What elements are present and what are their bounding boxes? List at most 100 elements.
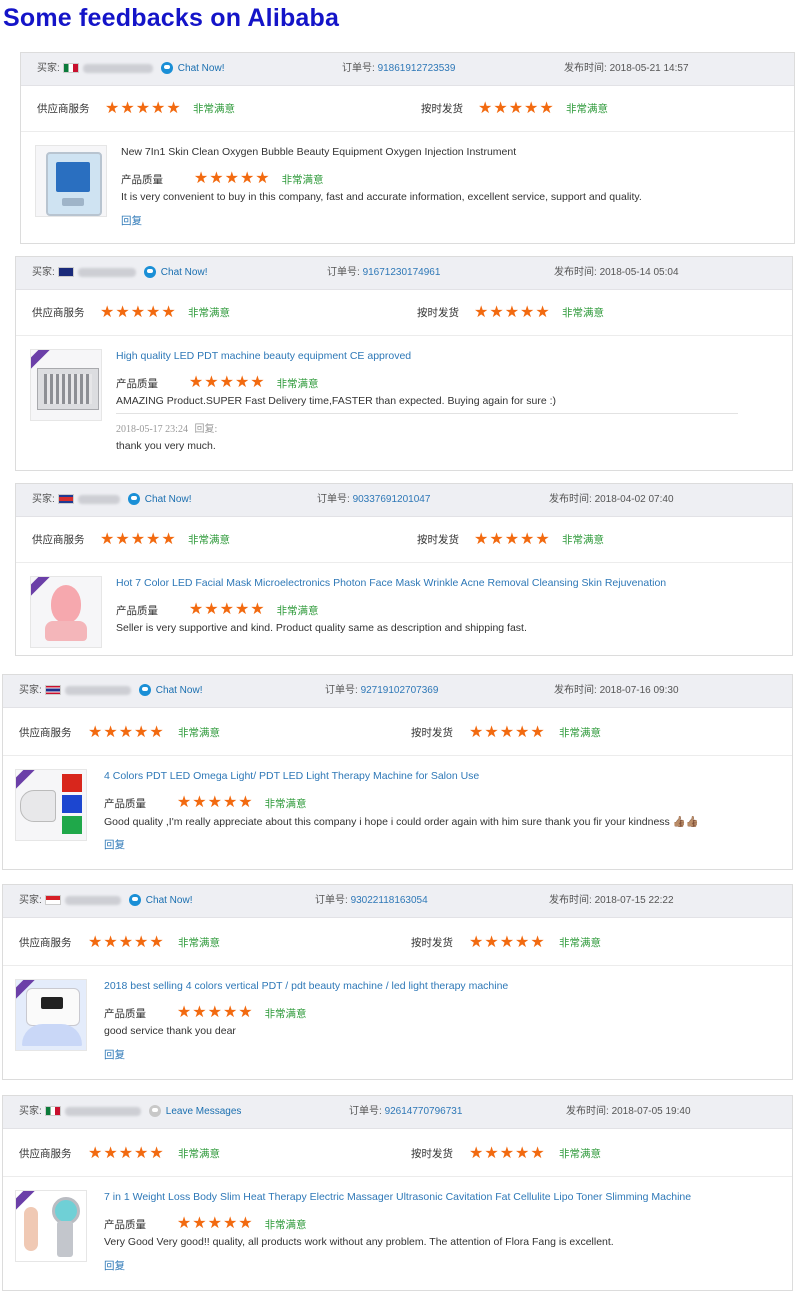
published-label: 发布时间: xyxy=(564,63,607,74)
buyer-label: 买家: xyxy=(32,494,55,505)
product-title[interactable]: New 7In1 Skin Clean Oxygen Bubble Beauty… xyxy=(121,146,516,158)
shipping-rating: 非常满意 xyxy=(562,534,604,546)
order-number[interactable]: 92719102707369 xyxy=(361,685,439,696)
supplier-service-rating: 非常满意 xyxy=(188,307,230,319)
chat-icon[interactable] xyxy=(127,493,140,506)
supplier-service-stars: ★★★★★ xyxy=(105,100,182,117)
product-quality-stars: ★★★★★ xyxy=(188,601,266,618)
supplier-service-label: 供应商服务 xyxy=(32,307,85,319)
divider xyxy=(116,413,738,414)
shipping-stars: ★★★★★ xyxy=(469,724,546,741)
on-time-shipping-label: 按时发货 xyxy=(411,937,453,949)
supplier-service-stars: ★★★★★ xyxy=(100,531,177,548)
reply-link[interactable]: 回复 xyxy=(104,837,125,852)
seller-reply-text: thank you very much. xyxy=(116,440,216,452)
product-thumbnail[interactable] xyxy=(30,576,102,648)
led-pdt-machine-icon xyxy=(37,368,99,410)
shipping-rating: 非常满意 xyxy=(566,103,608,115)
review-date: 2018-07-05 19:40 xyxy=(611,1106,691,1117)
supplier-service-label: 供应商服务 xyxy=(32,534,85,546)
review-card: 买家: Chat Now! 订单号: 92719102707369 发布时间: 2… xyxy=(2,674,793,870)
badge-ribbon xyxy=(16,770,36,791)
published-label: 发布时间: xyxy=(549,895,592,906)
review-header: 买家: Chat Now! 订单号: 90337691201047 发布时间: 2… xyxy=(16,484,792,517)
buyer-name-blurred xyxy=(64,895,121,905)
reply-link[interactable]: 回复 xyxy=(104,1047,125,1062)
product-quality-row: 产品质量 ★★★★★ 非常满意 xyxy=(104,792,307,812)
on-time-shipping-label: 按时发货 xyxy=(417,534,459,546)
product-quality-label: 产品质量 xyxy=(116,378,158,390)
product-quality-label: 产品质量 xyxy=(104,798,146,810)
supplier-service-rating: 非常满意 xyxy=(178,727,220,739)
review-date: 2018-07-15 22:22 xyxy=(594,895,674,906)
reply-link[interactable]: 回复 xyxy=(104,1258,125,1273)
rating-row: 供应商服务 ★★★★★ 非常满意 按时发货 ★★★★★ 非常满意 xyxy=(3,711,792,756)
review-date: 2018-05-21 14:57 xyxy=(609,63,689,74)
omega-light-icon xyxy=(20,790,56,822)
chat-icon[interactable] xyxy=(138,684,151,697)
chat-now-link[interactable]: Chat Now! xyxy=(146,895,193,906)
badge-ribbon xyxy=(31,577,51,598)
supplier-service-label: 供应商服务 xyxy=(19,937,72,949)
review-date: 2018-07-16 09:30 xyxy=(599,685,679,696)
review-card: 买家: Chat Now! 订单号: 91671230174961 发布时间: 2… xyxy=(15,256,793,471)
supplier-service-label: 供应商服务 xyxy=(19,1148,72,1160)
vertical-pdt-icon xyxy=(26,988,80,1026)
order-number-label: 订单号: xyxy=(325,685,358,696)
reply-link[interactable]: 回复 xyxy=(121,213,142,228)
order-number-label: 订单号: xyxy=(342,63,375,74)
buyer-name-blurred xyxy=(82,63,153,73)
order-number[interactable]: 93022118163054 xyxy=(351,895,428,906)
shipping-stars: ★★★★★ xyxy=(478,100,555,117)
shipping-stars: ★★★★★ xyxy=(469,934,546,951)
rating-row: 供应商服务 ★★★★★ 非常满意 按时发货 ★★★★★ 非常满意 xyxy=(16,518,792,563)
product-thumbnail[interactable] xyxy=(15,1190,87,1262)
supplier-service-rating: 非常满意 xyxy=(178,1148,220,1160)
thailand-flag-icon xyxy=(44,684,61,695)
product-title[interactable]: 4 Colors PDT LED Omega Light/ PDT LED Li… xyxy=(104,770,479,782)
published-label: 发布时间: xyxy=(549,494,592,505)
indonesia-flag-icon xyxy=(44,894,61,905)
buyer-label: 买家: xyxy=(19,1106,42,1117)
review-header: 买家: Chat Now! 订单号: 91671230174961 发布时间: 2… xyxy=(16,257,792,290)
chat-icon[interactable] xyxy=(143,266,156,279)
product-thumbnail[interactable] xyxy=(35,145,107,217)
chat-icon[interactable] xyxy=(160,62,173,75)
product-quality-stars: ★★★★★ xyxy=(176,1215,254,1232)
product-quality-row: 产品质量 ★★★★★ 非常满意 xyxy=(116,372,319,392)
review-header: 买家: Chat Now! 订单号: 93022118163054 发布时间: 2… xyxy=(3,885,792,918)
product-quality-rating: 非常满意 xyxy=(281,174,324,186)
chat-now-link[interactable]: Chat Now! xyxy=(161,267,208,278)
published-label: 发布时间: xyxy=(554,685,597,696)
order-number[interactable]: 92614770796731 xyxy=(385,1106,463,1117)
product-title[interactable]: Hot 7 Color LED Facial Mask Microelectro… xyxy=(116,577,666,589)
product-title[interactable]: 7 in 1 Weight Loss Body Slim Heat Therap… xyxy=(104,1191,691,1203)
review-comment: It is very convenient to buy in this com… xyxy=(121,191,642,203)
order-number[interactable]: 91861912723539 xyxy=(378,63,456,74)
led-face-mask-icon xyxy=(51,585,81,623)
chat-now-link[interactable]: Chat Now! xyxy=(178,63,225,74)
product-thumbnail[interactable] xyxy=(30,349,102,421)
color-panel-red xyxy=(62,774,82,792)
review-card: 买家: Leave Messages 订单号: 92614770796731 发布… xyxy=(2,1095,793,1291)
buyer-name-blurred xyxy=(77,267,136,277)
product-title[interactable]: High quality LED PDT machine beauty equi… xyxy=(116,350,411,362)
review-comment: Seller is very supportive and kind. Prod… xyxy=(116,622,527,634)
chat-now-link[interactable]: Chat Now! xyxy=(145,494,192,505)
product-thumbnail[interactable] xyxy=(15,979,87,1051)
published-label: 发布时间: xyxy=(566,1106,609,1117)
review-card: 买家: Chat Now! 订单号: 93022118163054 发布时间: 2… xyxy=(2,884,793,1080)
order-number[interactable]: 91671230174961 xyxy=(363,267,441,278)
supplier-service-rating: 非常满意 xyxy=(193,103,235,115)
leave-messages-link[interactable]: Leave Messages xyxy=(166,1106,242,1117)
message-icon[interactable] xyxy=(148,1105,161,1118)
buyer-name-blurred xyxy=(77,494,120,504)
review-card: 买家: Chat Now! 订单号: 90337691201047 发布时间: 2… xyxy=(15,483,793,656)
chat-now-link[interactable]: Chat Now! xyxy=(156,685,203,696)
order-number[interactable]: 90337691201047 xyxy=(353,494,431,505)
product-title[interactable]: 2018 best selling 4 colors vertical PDT … xyxy=(104,980,508,992)
published-label: 发布时间: xyxy=(554,267,597,278)
product-thumbnail[interactable] xyxy=(15,769,87,841)
buyer-label: 买家: xyxy=(32,267,55,278)
chat-icon[interactable] xyxy=(128,894,141,907)
